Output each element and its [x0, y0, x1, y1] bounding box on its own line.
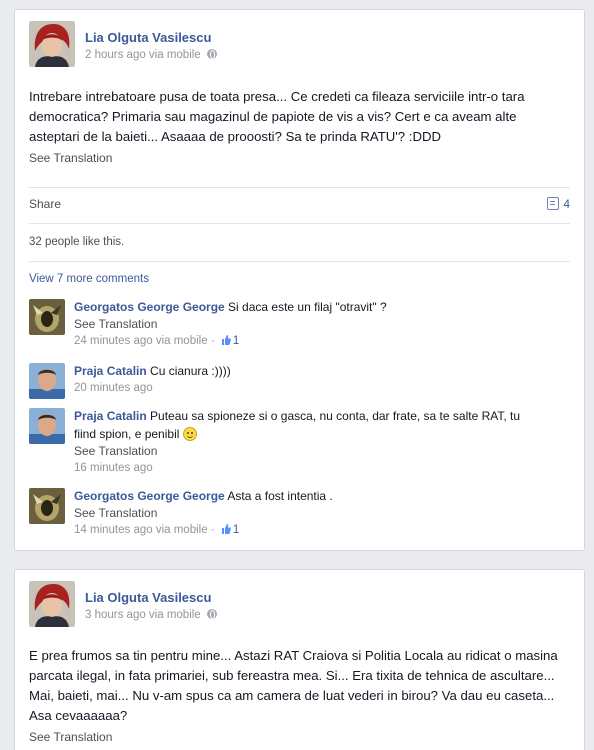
- comment-avatar[interactable]: [29, 408, 65, 444]
- author-avatar[interactable]: [29, 581, 75, 627]
- comment-avatar[interactable]: [29, 488, 65, 524]
- see-translation-link[interactable]: See Translation: [74, 506, 157, 520]
- divider: [29, 261, 570, 262]
- post-timestamp[interactable]: 3 hours ago via mobile: [85, 609, 201, 621]
- comment-count: 4: [563, 197, 570, 211]
- see-translation-link[interactable]: See Translation: [29, 151, 112, 165]
- post-card: Lia Olguta Vasilescu 2 hours ago via mob…: [14, 9, 585, 551]
- post-meta: 3 hours ago via mobile: [85, 609, 217, 621]
- comment-meta: 24 minutes ago via mobile · 1: [74, 335, 240, 347]
- comment-icon: [547, 197, 560, 210]
- comment-author[interactable]: Praja Catalin: [74, 364, 147, 378]
- comment-count-button[interactable]: 4: [547, 197, 570, 211]
- comment-like-count[interactable]: 1: [233, 335, 239, 347]
- view-more-comments-link[interactable]: View 7 more comments: [29, 273, 149, 285]
- comment-timestamp[interactable]: 24 minutes ago via mobile: [74, 335, 208, 347]
- comment-author[interactable]: Georgatos George George: [74, 300, 225, 314]
- comment-author[interactable]: Praja Catalin: [74, 409, 147, 423]
- comment-like-count[interactable]: 1: [233, 524, 239, 536]
- see-translation-link[interactable]: See Translation: [29, 730, 112, 744]
- share-button[interactable]: Share: [29, 197, 61, 211]
- comment-author[interactable]: Georgatos George George: [74, 489, 225, 503]
- comment-body: Si daca este un filaj "otravit" ?: [228, 300, 387, 314]
- thumbs-up-icon[interactable]: [221, 335, 231, 345]
- comment-text: Praja Catalin Cu cianura :)))): [74, 362, 564, 380]
- post-card: Lia Olguta Vasilescu 3 hours ago via mob…: [14, 569, 585, 750]
- post-author[interactable]: Lia Olguta Vasilescu: [85, 30, 211, 45]
- post-author[interactable]: Lia Olguta Vasilescu: [85, 590, 211, 605]
- post-timestamp[interactable]: 2 hours ago via mobile: [85, 49, 201, 61]
- comment-meta: 20 minutes ago: [74, 382, 153, 394]
- globe-icon[interactable]: [206, 609, 217, 619]
- comment-timestamp[interactable]: 14 minutes ago via mobile: [74, 524, 208, 536]
- comment-body-continued: fiind spion, e penibil: [74, 427, 180, 441]
- divider: [29, 223, 570, 224]
- post-meta: 2 hours ago via mobile: [85, 49, 217, 61]
- comment-text: Georgatos George George Si daca este un …: [74, 298, 564, 316]
- likes-summary[interactable]: 32 people like this.: [29, 236, 124, 248]
- thumbs-up-icon[interactable]: [221, 524, 231, 534]
- comment-meta: 16 minutes ago: [74, 462, 153, 474]
- comment-timestamp[interactable]: 16 minutes ago: [74, 462, 153, 474]
- comment-avatar[interactable]: [29, 363, 65, 399]
- comment-text: Praja Catalin Puteau sa spioneze si o ga…: [74, 407, 564, 443]
- comment-body: Puteau sa spioneze si o gasca, nu conta,…: [150, 409, 521, 423]
- see-translation-link[interactable]: See Translation: [74, 317, 157, 331]
- see-translation-link[interactable]: See Translation: [74, 444, 157, 458]
- comment-avatar[interactable]: [29, 299, 65, 335]
- globe-icon[interactable]: [206, 49, 217, 59]
- post-text: Intrebare intrebatoare pusa de toata pre…: [29, 89, 525, 144]
- divider: [29, 187, 570, 188]
- author-avatar[interactable]: [29, 21, 75, 67]
- comment-meta: 14 minutes ago via mobile · 1: [74, 524, 240, 536]
- comment-timestamp[interactable]: 20 minutes ago: [74, 382, 153, 394]
- comment-text: Georgatos George George Asta a fost inte…: [74, 487, 564, 505]
- smile-icon: [182, 427, 197, 441]
- comment-body: Asta a fost intentia .: [227, 489, 333, 503]
- post-text: E prea frumos sa tin pentru mine... Asta…: [29, 648, 558, 723]
- comment-body: Cu cianura :)))): [150, 364, 231, 378]
